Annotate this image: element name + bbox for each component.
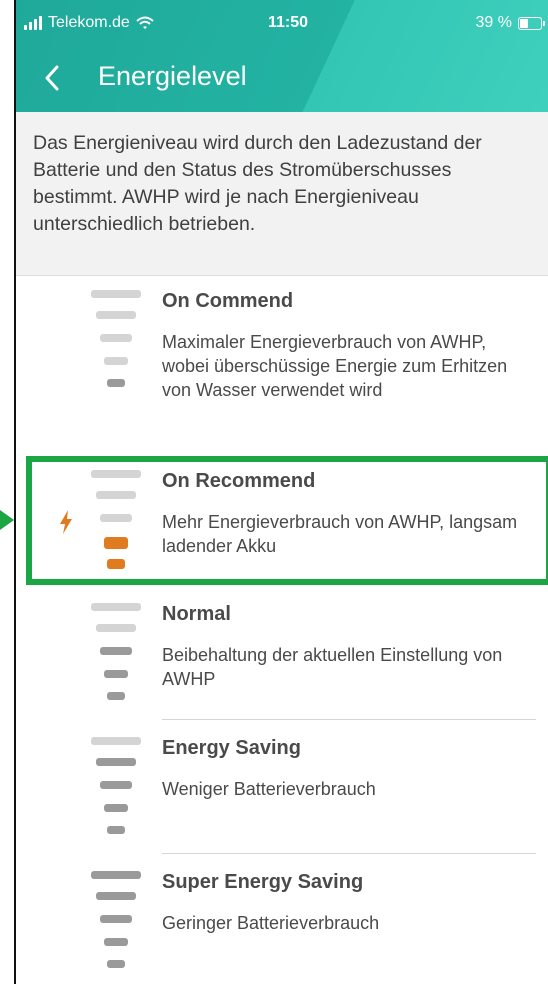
level-bar: [107, 960, 125, 968]
level-bar: [100, 781, 132, 789]
signal-bars-icon: [24, 16, 42, 30]
level-item-on-commend[interactable]: On Commend Maximaler Energieverbrauch vo…: [16, 290, 548, 450]
level-bar: [100, 647, 132, 655]
level-description: Geringer Batterieverbrauch: [162, 913, 380, 933]
chevron-left-icon: [45, 65, 59, 91]
level-bar: [104, 357, 128, 365]
level-bar: [104, 670, 128, 678]
level-bar: [96, 758, 136, 766]
highlight-frame: [26, 456, 548, 585]
level-name: Energy Saving: [162, 737, 301, 759]
level-indicator: [56, 290, 166, 400]
carrier-group: Telekom.de: [24, 14, 154, 32]
battery-percent: 39 %: [475, 14, 512, 31]
pointer-arrow-icon: [0, 510, 14, 530]
level-description: Maximaler Energieverbrauch von AWHP, wob…: [162, 332, 508, 400]
header: Telekom.de 11:50 39 % Energielevel: [16, 0, 548, 112]
battery-group: 39 %: [475, 14, 545, 32]
level-bar: [100, 915, 132, 923]
wifi-icon: [136, 16, 154, 29]
level-bar: [107, 826, 125, 834]
level-name: Normal: [162, 603, 231, 625]
level-bar: [96, 892, 136, 900]
level-bar: [104, 938, 128, 946]
level-item-energy-saving[interactable]: Energy Saving Weniger Batterieverbrauch: [16, 737, 548, 852]
status-bar: Telekom.de 11:50 39 %: [16, 14, 548, 38]
page-title: Energielevel: [98, 61, 247, 91]
intro-text: Das Energieniveau wird durch den Ladezus…: [33, 132, 482, 235]
level-bar: [107, 692, 125, 700]
level-name: Super Energy Saving: [162, 871, 364, 893]
level-name: On Commend: [162, 290, 294, 312]
back-button[interactable]: [38, 62, 66, 94]
level-item-normal[interactable]: Normal Beibehaltung der aktuellen Einste…: [16, 603, 548, 718]
battery-icon: [518, 16, 545, 30]
clock: 11:50: [268, 14, 309, 31]
level-description: Weniger Batterieverbrauch: [162, 779, 376, 799]
level-bar: [96, 624, 136, 632]
level-bar: [91, 871, 141, 879]
level-bar: [96, 311, 136, 319]
divider: [162, 853, 536, 854]
level-indicator: [56, 737, 166, 847]
level-bar: [100, 334, 132, 342]
carrier-name: Telekom.de: [48, 14, 130, 31]
level-item-super-energy-saving[interactable]: Super Energy Saving Geringer Batteriever…: [16, 871, 548, 984]
level-indicator: [56, 603, 166, 713]
nav-bar: Energielevel: [16, 58, 548, 98]
level-bar: [91, 737, 141, 745]
level-bar: [104, 804, 128, 812]
level-bar: [91, 603, 141, 611]
level-bar: [107, 379, 125, 387]
divider: [162, 719, 536, 720]
level-description: Beibehaltung der aktuellen Einstellung v…: [162, 645, 503, 689]
intro-panel: Das Energieniveau wird durch den Ladezus…: [16, 112, 548, 276]
level-bar: [91, 290, 141, 298]
level-indicator: [56, 871, 166, 981]
